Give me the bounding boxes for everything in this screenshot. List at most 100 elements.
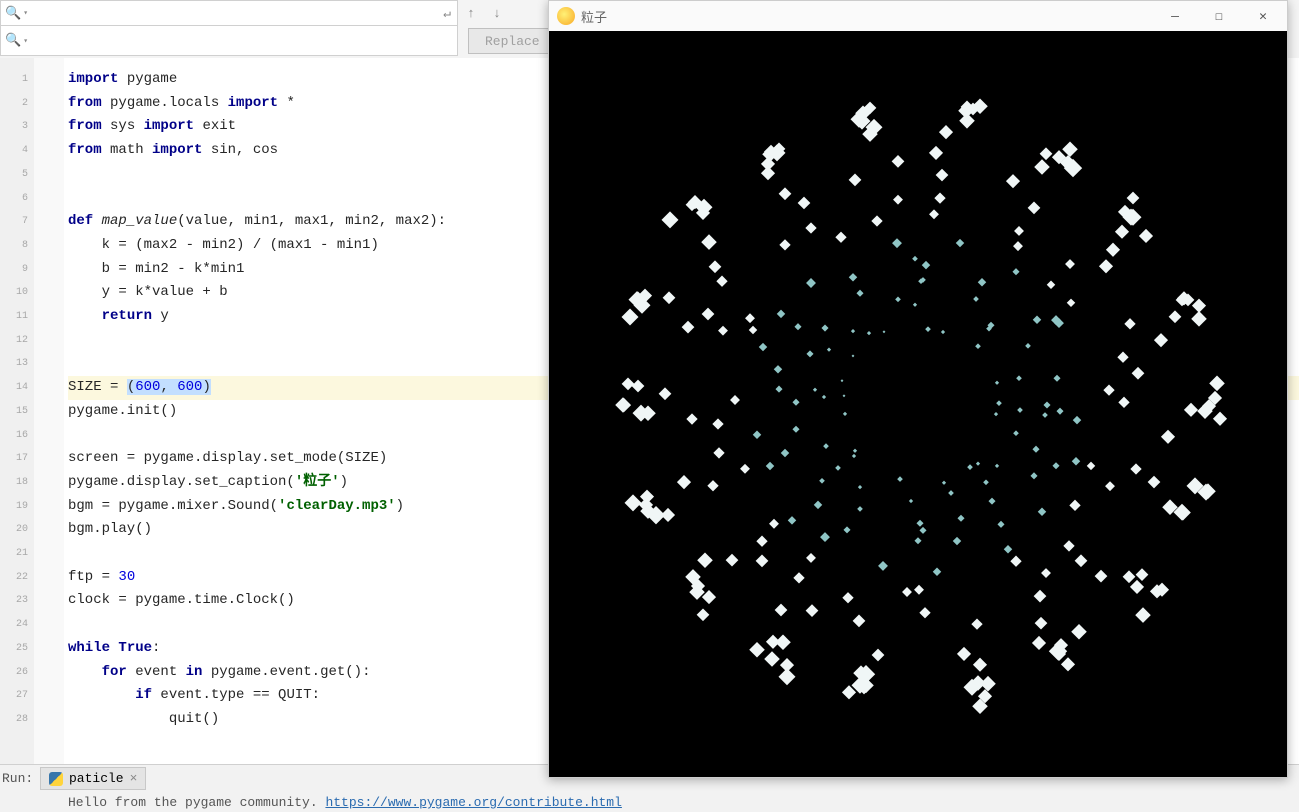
particle bbox=[976, 462, 981, 467]
particle bbox=[794, 323, 802, 331]
particle bbox=[914, 585, 924, 595]
particle bbox=[836, 231, 847, 242]
particle bbox=[1062, 141, 1077, 156]
particle bbox=[935, 169, 948, 182]
particle bbox=[769, 519, 779, 529]
particle bbox=[1212, 412, 1227, 427]
replace-button[interactable]: Replace bbox=[468, 28, 557, 54]
close-icon[interactable]: × bbox=[130, 771, 138, 786]
particle bbox=[1086, 462, 1095, 471]
particle bbox=[1191, 311, 1207, 327]
particle bbox=[1070, 500, 1081, 511]
particle bbox=[971, 618, 982, 629]
find-input[interactable] bbox=[28, 1, 443, 25]
particle bbox=[1169, 311, 1182, 324]
particle bbox=[973, 658, 988, 673]
particle bbox=[776, 386, 783, 393]
particle bbox=[929, 209, 938, 218]
next-match-button[interactable]: ↓ bbox=[484, 0, 510, 26]
particle bbox=[957, 646, 971, 660]
particle bbox=[953, 536, 961, 544]
particle bbox=[701, 234, 716, 249]
particle bbox=[882, 330, 885, 333]
particle bbox=[697, 553, 712, 568]
particle bbox=[1032, 636, 1046, 650]
particle bbox=[1025, 343, 1031, 349]
particle bbox=[780, 240, 792, 252]
maximize-button[interactable]: ☐ bbox=[1197, 1, 1241, 31]
particle bbox=[774, 365, 782, 373]
particle bbox=[920, 527, 926, 533]
particle bbox=[686, 413, 697, 424]
particle bbox=[978, 278, 986, 286]
particle bbox=[1042, 412, 1048, 418]
particle bbox=[797, 197, 810, 210]
particle bbox=[702, 307, 715, 320]
replace-input[interactable] bbox=[28, 26, 457, 55]
particle bbox=[871, 215, 882, 226]
particle bbox=[1017, 375, 1022, 380]
particle bbox=[1041, 568, 1051, 578]
particle bbox=[781, 449, 789, 457]
particle bbox=[913, 303, 918, 308]
particle bbox=[857, 289, 864, 296]
particle bbox=[749, 326, 757, 334]
particle bbox=[1148, 476, 1161, 489]
particle bbox=[756, 554, 769, 567]
particle bbox=[1014, 430, 1019, 435]
particle bbox=[851, 454, 855, 458]
particle bbox=[793, 399, 800, 406]
particle bbox=[852, 448, 857, 453]
particle bbox=[851, 329, 855, 333]
particle bbox=[805, 222, 816, 233]
particle bbox=[857, 506, 863, 512]
particle bbox=[975, 343, 980, 348]
particle bbox=[1154, 333, 1168, 347]
particle bbox=[995, 381, 1000, 386]
particle bbox=[929, 146, 943, 160]
prev-match-button[interactable]: ↑ bbox=[458, 0, 484, 26]
particle bbox=[717, 275, 728, 286]
particle bbox=[662, 291, 675, 304]
particle bbox=[973, 296, 979, 302]
particle bbox=[1010, 556, 1021, 567]
particle bbox=[726, 553, 739, 566]
close-button[interactable]: ✕ bbox=[1241, 1, 1285, 31]
line-number-gutter: 1234567891011121314151617181920212223242… bbox=[0, 58, 34, 764]
particle bbox=[659, 388, 672, 401]
particle bbox=[957, 515, 964, 522]
minimize-button[interactable]: — bbox=[1153, 1, 1197, 31]
particle bbox=[867, 331, 871, 335]
particle bbox=[908, 499, 912, 503]
particle bbox=[892, 238, 902, 248]
particle bbox=[1054, 375, 1061, 382]
particle bbox=[842, 395, 845, 398]
particle bbox=[1132, 367, 1144, 379]
particle bbox=[806, 553, 816, 563]
particle bbox=[1034, 159, 1049, 174]
particle bbox=[730, 395, 740, 405]
particle bbox=[919, 608, 931, 620]
particle bbox=[1124, 318, 1136, 330]
particle bbox=[813, 388, 818, 393]
enter-icon[interactable]: ↵ bbox=[443, 6, 451, 21]
particle bbox=[759, 343, 767, 351]
particle bbox=[1118, 397, 1129, 408]
run-tab[interactable]: paticle × bbox=[40, 767, 146, 790]
particle bbox=[631, 380, 644, 393]
particle bbox=[1004, 545, 1012, 553]
console-url[interactable]: https://www.pygame.org/contribute.html bbox=[325, 795, 621, 810]
particle bbox=[1139, 228, 1153, 242]
particle bbox=[745, 313, 754, 322]
particle bbox=[765, 462, 774, 471]
particle bbox=[988, 497, 995, 504]
particle bbox=[1052, 462, 1060, 470]
particle bbox=[621, 309, 638, 326]
particle bbox=[1106, 481, 1116, 491]
particle bbox=[1046, 281, 1055, 290]
pygame-window: 粒子 — ☐ ✕ bbox=[548, 0, 1288, 778]
particle bbox=[806, 350, 813, 357]
particle bbox=[707, 480, 719, 492]
particle bbox=[994, 412, 998, 416]
pygame-titlebar[interactable]: 粒子 — ☐ ✕ bbox=[549, 1, 1287, 31]
